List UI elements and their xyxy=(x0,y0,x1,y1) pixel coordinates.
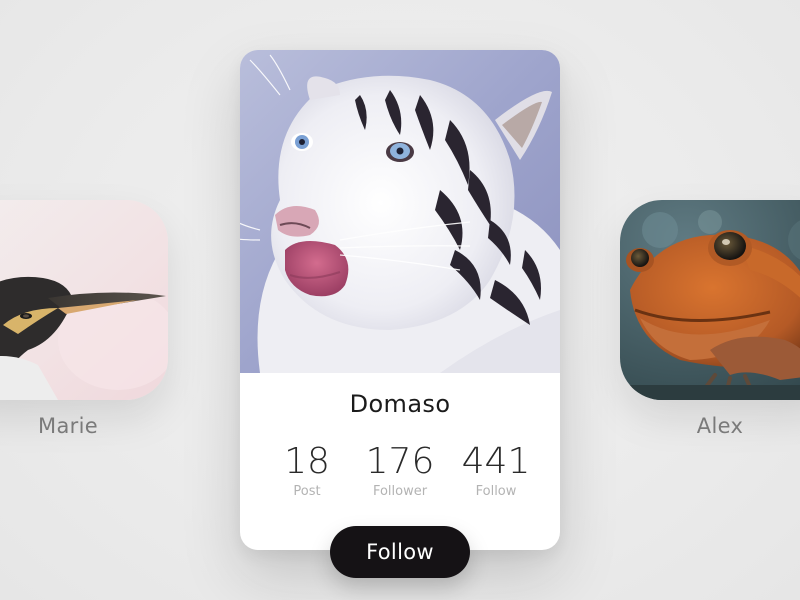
profile-photo xyxy=(240,50,560,373)
stat-following-value: 441 xyxy=(461,441,531,482)
profile-name: Domaso xyxy=(349,390,451,418)
stat-posts-value: 18 xyxy=(284,441,330,482)
stat-following-label: Follow xyxy=(475,484,517,499)
stat-posts: 18 Post xyxy=(262,441,352,500)
penguin-photo xyxy=(0,200,168,400)
profile-name-marie: Marie xyxy=(38,414,98,438)
profile-carousel: Marie Alex Domaso 18 Post 176 Follower 4… xyxy=(0,0,800,600)
frog-photo xyxy=(620,200,800,400)
profile-card-domaso: Domaso 18 Post 176 Follower 441 Follow xyxy=(240,50,560,550)
white-tiger-photo xyxy=(240,50,560,373)
stat-followers-value: 176 xyxy=(365,441,435,482)
follow-button[interactable]: Follow xyxy=(330,526,470,578)
profile-name-alex: Alex xyxy=(696,414,744,438)
stat-followers-label: Follower xyxy=(372,484,428,499)
stat-following: 441 Follow xyxy=(451,441,541,500)
stat-followers: 176 Follower xyxy=(355,441,445,500)
profile-card-marie[interactable] xyxy=(0,200,168,400)
profile-card-alex[interactable] xyxy=(620,200,800,400)
stat-posts-label: Post xyxy=(293,484,321,499)
